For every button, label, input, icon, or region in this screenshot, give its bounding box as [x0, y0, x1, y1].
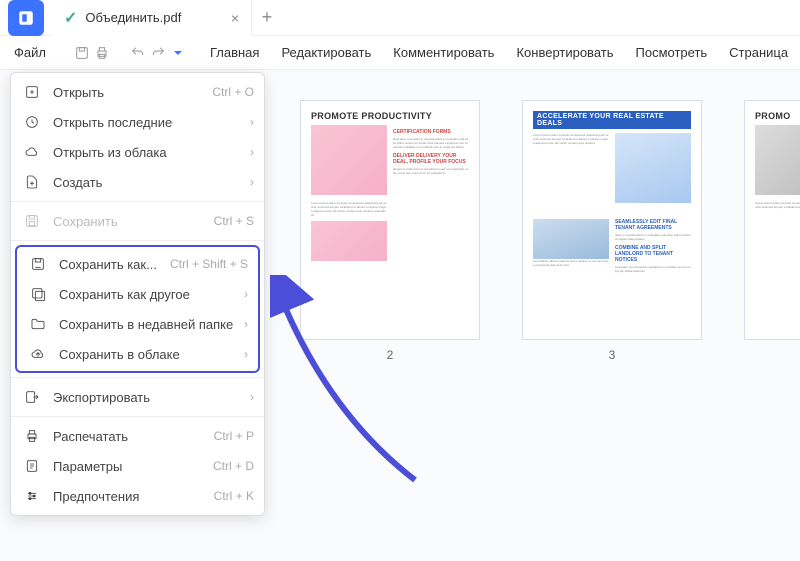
menu-comment[interactable]: Комментировать — [383, 39, 504, 66]
menu-item-cloud[interactable]: Открыть из облака › — [11, 137, 264, 167]
chevron-right-icon: › — [244, 287, 248, 301]
toolbar: Файл Главная Редактировать Комментироват… — [0, 36, 800, 70]
menu-item-label: Сохранить — [53, 214, 214, 229]
menu-item-shortcut: Ctrl + D — [213, 459, 254, 473]
menu-item-label: Распечатать — [53, 429, 214, 444]
titlebar: ✓ Объединить.pdf × + — [0, 0, 800, 36]
menu-view[interactable]: Посмотреть — [626, 39, 718, 66]
menu-item-shortcut: Ctrl + P — [214, 429, 254, 443]
save-icon[interactable] — [74, 40, 90, 66]
page-number: 2 — [387, 348, 394, 362]
menu-item-save-other[interactable]: Сохранить как другое › — [17, 279, 258, 309]
menu-item-save-as[interactable]: Сохранить как... Ctrl + Shift + S — [17, 249, 258, 279]
menu-item-shortcut: Ctrl + K — [214, 489, 254, 503]
menu-item-label: Сохранить как... — [59, 257, 170, 272]
menu-item-label: Создать — [53, 175, 244, 190]
close-tab-icon[interactable]: × — [231, 10, 239, 26]
save-icon — [21, 210, 43, 232]
new-tab-button[interactable]: + — [252, 7, 282, 28]
menu-edit[interactable]: Редактировать — [271, 39, 381, 66]
thumb-sub2: DELIVER DELIVERY YOUR DEAL, PROFILE YOUR… — [393, 153, 469, 165]
menu-item-label: Параметры — [53, 459, 213, 474]
file-dropdown-menu: Открыть Ctrl + O Открыть последние › Отк… — [10, 72, 265, 516]
prefs-icon — [21, 485, 43, 507]
tab-title: Объединить.pdf — [85, 10, 222, 25]
menu-item-label: Открыть из облака — [53, 145, 244, 160]
thumb-headline: ACCELERATE YOUR REAL ESTATE DEALS — [533, 111, 691, 129]
menu-item-cloud-up[interactable]: Сохранить в облаке › — [17, 339, 258, 369]
plus-box-icon — [21, 81, 43, 103]
print-icon[interactable] — [94, 40, 110, 66]
save-as-icon — [27, 253, 49, 275]
chevron-right-icon: › — [250, 390, 254, 404]
menu-item-file-plus[interactable]: Создать › — [11, 167, 264, 197]
thumb-headline: PROMO — [755, 111, 800, 121]
menu-item-label: Открыть последние — [53, 115, 244, 130]
menu-item-label: Открыть — [53, 85, 212, 100]
menu-item-export[interactable]: Экспортировать › — [11, 382, 264, 412]
clock-icon — [21, 111, 43, 133]
undo-icon[interactable] — [130, 40, 146, 66]
print-icon — [21, 425, 43, 447]
file-plus-icon — [21, 171, 43, 193]
page-thumb-2[interactable]: PROMOTE PRODUCTIVITY Lorem ipsum dolor s… — [300, 100, 480, 561]
menu-item-plus-box[interactable]: Открыть Ctrl + O — [11, 77, 264, 107]
cloud-up-icon — [27, 343, 49, 365]
params-icon — [21, 455, 43, 477]
menu-page[interactable]: Страница — [719, 39, 798, 66]
menubar: Главная Редактировать Комментировать Кон… — [200, 39, 800, 66]
redo-icon[interactable] — [150, 40, 166, 66]
menu-separator — [11, 377, 264, 378]
saved-check-icon: ✓ — [64, 8, 77, 28]
menu-item-params[interactable]: Параметры Ctrl + D — [11, 451, 264, 481]
menu-home[interactable]: Главная — [200, 39, 269, 66]
menu-separator — [11, 416, 264, 417]
menu-convert[interactable]: Конвертировать — [506, 39, 623, 66]
dropdown-triangle-icon[interactable] — [170, 40, 186, 66]
cloud-icon — [21, 141, 43, 163]
menu-item-shortcut: Ctrl + S — [214, 214, 254, 228]
document-tab[interactable]: ✓ Объединить.pdf × — [52, 0, 252, 36]
menu-item-label: Предпочтения — [53, 489, 214, 504]
menu-separator — [11, 201, 264, 202]
menu-item-shortcut: Ctrl + O — [212, 85, 254, 99]
page-thumb-3[interactable]: ACCELERATE YOUR REAL ESTATE DEALS Lorem … — [522, 100, 702, 561]
chevron-right-icon: › — [250, 115, 254, 129]
thumb-sub2: COMBINE AND SPLIT LANDLORD TO TENANT NOT… — [615, 245, 691, 263]
folder-icon — [27, 313, 49, 335]
page-number: 3 — [609, 348, 616, 362]
file-menu-button[interactable]: Файл — [6, 41, 54, 64]
menu-separator — [11, 240, 264, 241]
menu-item-label: Сохранить в облаке — [59, 347, 238, 362]
menu-item-prefs[interactable]: Предпочтения Ctrl + K — [11, 481, 264, 511]
menu-item-folder[interactable]: Сохранить в недавней папке › — [17, 309, 258, 339]
menu-item-save: Сохранить Ctrl + S — [11, 206, 264, 236]
save-other-icon — [27, 283, 49, 305]
menu-item-shortcut: Ctrl + Shift + S — [170, 257, 248, 271]
chevron-right-icon: › — [250, 175, 254, 189]
chevron-right-icon: › — [244, 317, 248, 331]
thumb-sub1: SEAMLESSLY EDIT FINAL TENANT AGREEMENTS — [615, 219, 691, 231]
thumb-sub1: CERTIFICATION FORMS — [393, 129, 469, 135]
chevron-right-icon: › — [244, 347, 248, 361]
page-thumb-4[interactable]: PROMO Lorem ipsum dolor sit amet consect… — [744, 100, 800, 561]
menu-item-label: Сохранить в недавней папке — [59, 317, 238, 332]
thumb-headline: PROMOTE PRODUCTIVITY — [311, 111, 469, 121]
menu-item-print[interactable]: Распечатать Ctrl + P — [11, 421, 264, 451]
app-logo-icon[interactable] — [8, 0, 44, 36]
menu-item-label: Экспортировать — [53, 390, 244, 405]
export-icon — [21, 386, 43, 408]
chevron-right-icon: › — [250, 145, 254, 159]
menu-item-label: Сохранить как другое — [59, 287, 238, 302]
menu-item-clock[interactable]: Открыть последние › — [11, 107, 264, 137]
